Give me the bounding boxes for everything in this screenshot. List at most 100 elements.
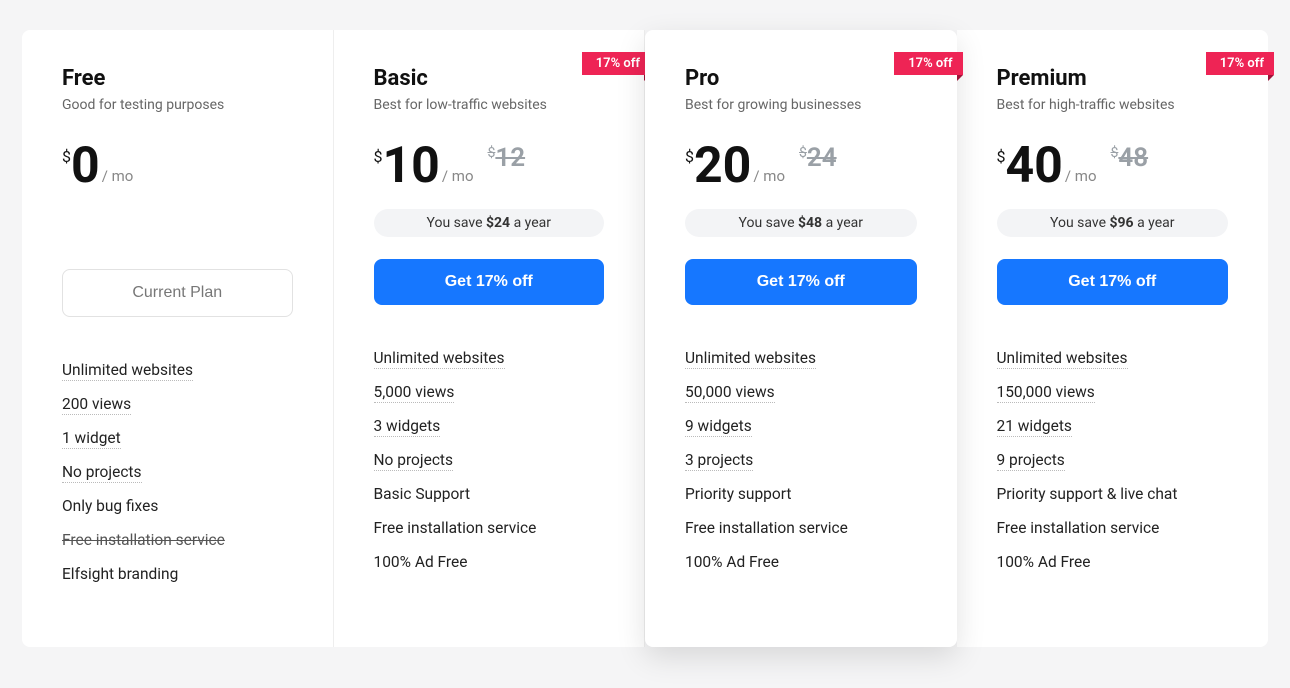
- price-row: $20/ mo $24: [685, 141, 917, 191]
- old-price: $12: [488, 143, 526, 173]
- feature-item: 200 views: [62, 395, 293, 413]
- feature-item: 3 widgets: [374, 417, 605, 435]
- feature-list: Unlimited websites 200 views 1 widget No pr…: [62, 361, 293, 583]
- feature-item: 150,000 views: [997, 383, 1229, 401]
- price-period: / mo: [102, 167, 134, 185]
- currency-symbol: $: [685, 147, 694, 166]
- plan-name: Free: [62, 66, 293, 91]
- feature-text: Priority support & live chat: [997, 485, 1178, 503]
- feature-item: Unlimited websites: [997, 349, 1229, 367]
- price-period: / mo: [442, 167, 474, 185]
- feature-item: 100% Ad Free: [685, 553, 917, 571]
- savings-prefix: You save: [427, 215, 486, 231]
- feature-item: 100% Ad Free: [997, 553, 1229, 571]
- feature-item: 1 widget: [62, 429, 293, 447]
- plan-description: Best for growing businesses: [685, 97, 917, 113]
- plan-card-basic: 17% offBasicBest for low-traffic website…: [334, 30, 646, 647]
- feature-text: No projects: [374, 451, 454, 471]
- savings-pill: You save $48 a year: [685, 209, 917, 237]
- savings-prefix: You save: [1050, 215, 1109, 231]
- feature-text: Unlimited websites: [62, 361, 193, 381]
- get-discount-button[interactable]: Get 17% off: [997, 259, 1229, 305]
- feature-text: Free installation service: [374, 519, 537, 537]
- plan-name: Basic: [374, 66, 605, 91]
- feature-text: 9 projects: [997, 451, 1065, 471]
- savings-amount: $96: [1109, 215, 1133, 231]
- price-row: $10/ mo $12: [374, 141, 605, 191]
- feature-item: Unlimited websites: [685, 349, 917, 367]
- price-period: / mo: [753, 167, 785, 185]
- plan-card-free: FreeGood for testing purposes$0/ moCurre…: [22, 30, 334, 647]
- feature-text: No projects: [62, 463, 142, 483]
- feature-item: No projects: [62, 463, 293, 481]
- feature-item: 5,000 views: [374, 383, 605, 401]
- feature-item: 9 widgets: [685, 417, 917, 435]
- feature-text: 50,000 views: [685, 383, 775, 403]
- old-price: $24: [799, 143, 837, 173]
- savings-suffix: a year: [510, 215, 551, 231]
- old-price-amount: 24: [807, 143, 837, 173]
- feature-item: Free installation service: [62, 531, 293, 549]
- savings-amount: $48: [798, 215, 822, 231]
- feature-text: Basic Support: [374, 485, 471, 503]
- feature-item: Unlimited websites: [62, 361, 293, 379]
- feature-text: Elfsight branding: [62, 565, 178, 583]
- savings-pill: You save $96 a year: [997, 209, 1229, 237]
- current-plan-button[interactable]: Current Plan: [62, 269, 293, 317]
- feature-text: Free installation service: [685, 519, 848, 537]
- feature-text: Unlimited websites: [997, 349, 1128, 369]
- feature-item: Elfsight branding: [62, 565, 293, 583]
- plan-card-pro: 17% offProBest for growing businesses$20…: [645, 30, 957, 647]
- feature-text: Free installation service: [997, 519, 1160, 537]
- feature-item: Free installation service: [997, 519, 1229, 537]
- price-amount: 20: [694, 141, 751, 191]
- feature-text: 100% Ad Free: [685, 553, 779, 571]
- savings-pill: You save $24 a year: [374, 209, 605, 237]
- plan-description: Best for low-traffic websites: [374, 97, 605, 113]
- feature-item: Basic Support: [374, 485, 605, 503]
- feature-text: Priority support: [685, 485, 791, 503]
- currency-symbol: $: [62, 147, 71, 166]
- feature-list: Unlimited websites 5,000 views 3 widgets No…: [374, 349, 605, 571]
- price-amount: 40: [1006, 141, 1063, 191]
- feature-item: Only bug fixes: [62, 497, 293, 515]
- feature-text: 150,000 views: [997, 383, 1095, 403]
- get-discount-button[interactable]: Get 17% off: [374, 259, 605, 305]
- feature-item: 50,000 views: [685, 383, 917, 401]
- plan-name: Pro: [685, 66, 917, 91]
- feature-text: Unlimited websites: [685, 349, 816, 369]
- feature-item: Priority support & live chat: [997, 485, 1229, 503]
- discount-ribbon: 17% off: [1206, 52, 1274, 75]
- feature-text: 3 projects: [685, 451, 753, 471]
- feature-text: Unlimited websites: [374, 349, 505, 369]
- savings-amount: $24: [486, 215, 510, 231]
- feature-text: 100% Ad Free: [374, 553, 468, 571]
- currency-symbol: $: [488, 145, 496, 161]
- feature-text: 100% Ad Free: [997, 553, 1091, 571]
- feature-text: 3 widgets: [374, 417, 441, 437]
- feature-text: Only bug fixes: [62, 497, 158, 515]
- currency-symbol: $: [1111, 145, 1119, 161]
- feature-item: 9 projects: [997, 451, 1229, 469]
- get-discount-button[interactable]: Get 17% off: [685, 259, 917, 305]
- discount-ribbon: 17% off: [894, 52, 962, 75]
- price-amount: 10: [383, 141, 440, 191]
- feature-text: 200 views: [62, 395, 131, 415]
- savings-prefix: You save: [739, 215, 798, 231]
- price-period: / mo: [1065, 167, 1097, 185]
- old-price: $48: [1111, 143, 1149, 173]
- feature-item: Priority support: [685, 485, 917, 503]
- feature-item: Unlimited websites: [374, 349, 605, 367]
- feature-item: No projects: [374, 451, 605, 469]
- feature-item: Free installation service: [685, 519, 917, 537]
- plan-description: Good for testing purposes: [62, 97, 293, 113]
- plan-name: Premium: [997, 66, 1229, 91]
- feature-item: Free installation service: [374, 519, 605, 537]
- feature-item: 3 projects: [685, 451, 917, 469]
- feature-list: Unlimited websites 50,000 views 9 widgets 3…: [685, 349, 917, 571]
- discount-ribbon: 17% off: [582, 52, 650, 75]
- old-price-amount: 48: [1118, 143, 1148, 173]
- currency-symbol: $: [997, 147, 1006, 166]
- feature-item: 21 widgets: [997, 417, 1229, 435]
- currency-symbol: $: [799, 145, 807, 161]
